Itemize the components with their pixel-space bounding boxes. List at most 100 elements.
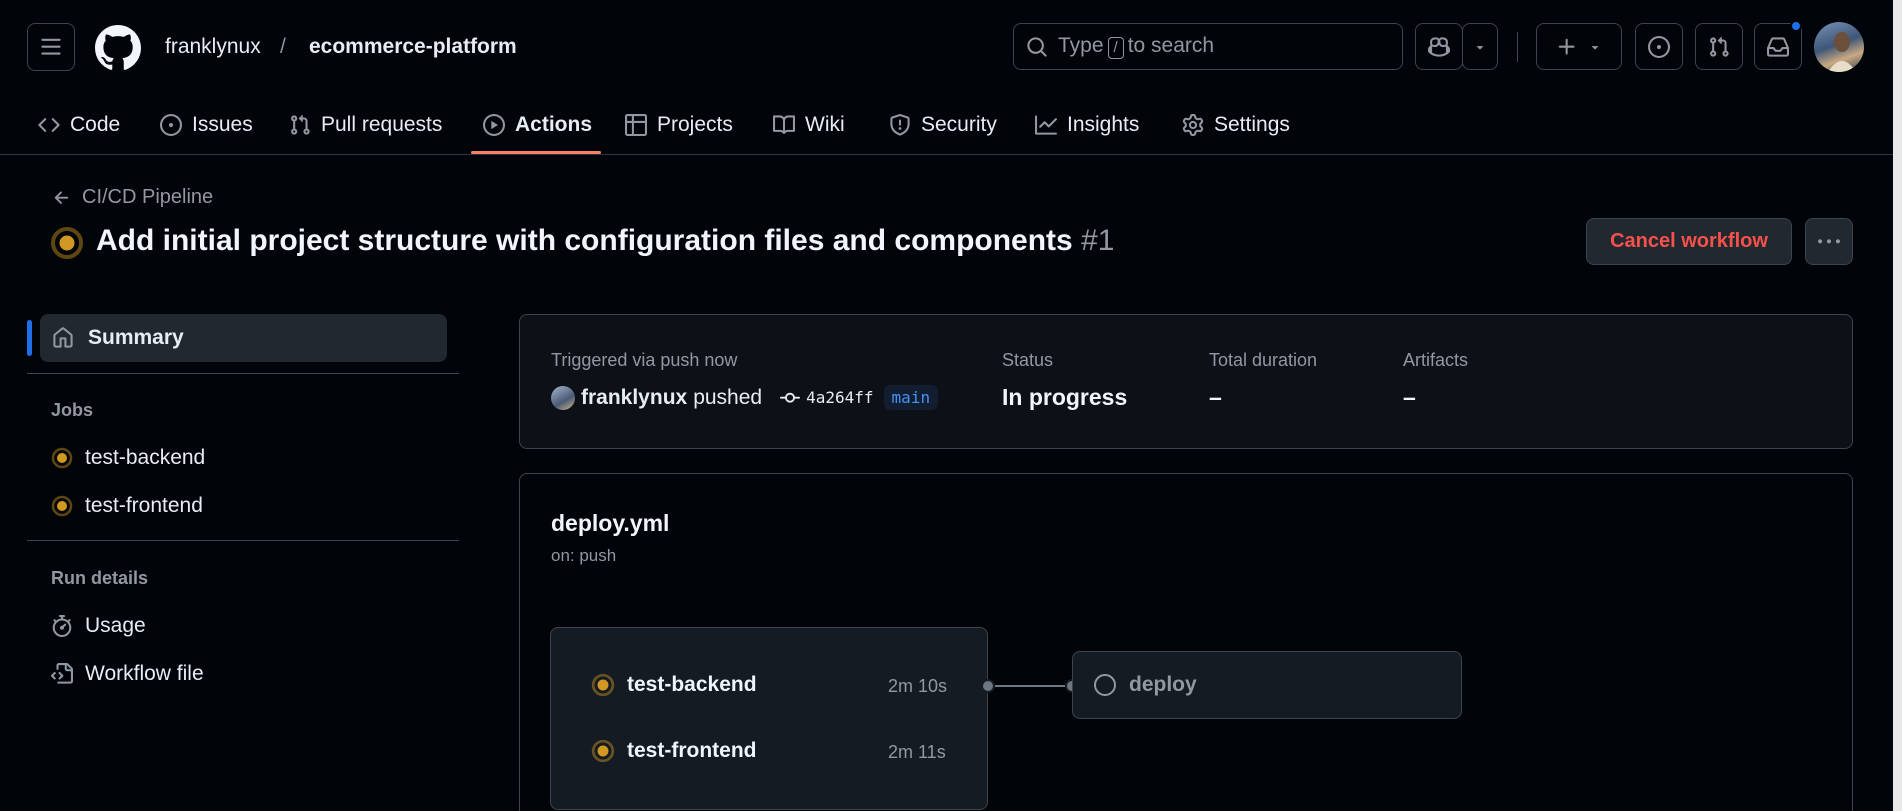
breadcrumb-repo[interactable]: ecommerce-platform <box>309 35 517 59</box>
trigger-details: franklynux pushed 4a264ff main <box>551 385 939 410</box>
job-duration: 2m 11s <box>888 742 946 762</box>
git-commit-icon <box>780 392 801 403</box>
run-number: #1 <box>1081 224 1115 257</box>
copilot-dropdown[interactable] <box>1462 23 1498 70</box>
pull-requests-button[interactable] <box>1695 23 1743 70</box>
git-pull-request-icon <box>1710 36 1729 57</box>
create-new-button[interactable] <box>1536 23 1622 70</box>
graph-job-deploy[interactable]: deploy <box>1072 651 1462 719</box>
github-logo-icon[interactable] <box>95 25 141 71</box>
issues-button[interactable] <box>1635 23 1683 70</box>
tab-projects[interactable]: Projects <box>625 95 733 155</box>
hamburger-icon <box>41 38 61 55</box>
trigger-label: Triggered via push now <box>551 350 738 370</box>
copilot-button[interactable] <box>1415 23 1463 70</box>
sidebar-item-label: Summary <box>88 326 184 349</box>
queued-circle-icon <box>1094 674 1116 696</box>
actor-avatar[interactable] <box>551 385 575 410</box>
job-label: test-frontend <box>85 494 203 517</box>
tab-label: Insights <box>1067 113 1140 136</box>
search-placeholder-suffix: to search <box>1127 34 1215 57</box>
tab-code[interactable]: Code <box>38 95 120 155</box>
breadcrumb-separator: / <box>280 35 286 58</box>
tab-settings[interactable]: Settings <box>1182 95 1290 155</box>
tab-label: Code <box>70 113 121 136</box>
back-to-workflow-link[interactable]: CI/CD Pipeline <box>52 186 213 209</box>
run-title: Add initial project structure with confi… <box>96 224 1073 257</box>
artifacts-value: – <box>1403 384 1416 410</box>
job-name: test-backend <box>627 673 757 696</box>
workflow-file-label: Workflow file <box>85 662 204 685</box>
branch-badge[interactable]: main <box>883 385 939 410</box>
tab-actions[interactable]: Actions <box>483 95 592 155</box>
commit-link[interactable]: 4a264ff <box>780 388 874 408</box>
job-duration: 2m 10s <box>888 676 948 696</box>
tab-label: Settings <box>1214 113 1290 136</box>
sidebar-divider <box>27 540 459 541</box>
actor-link[interactable]: franklynux <box>581 386 687 410</box>
commit-sha: 4a264ff <box>806 388 874 407</box>
workflow-trigger: on: push <box>551 546 617 565</box>
sidebar-item-workflow-file[interactable]: Workflow file <box>51 662 204 686</box>
triangle-down-icon <box>1476 45 1484 50</box>
shield-icon <box>890 114 910 136</box>
run-details-heading: Run details <box>51 568 149 588</box>
connector-dot <box>981 679 995 693</box>
usage-label: Usage <box>85 614 146 637</box>
plus-icon <box>1558 38 1575 55</box>
cancel-workflow-button[interactable]: Cancel workflow <box>1586 218 1792 265</box>
duration-value: – <box>1209 384 1222 410</box>
more-options-button[interactable] <box>1805 218 1853 265</box>
breadcrumb-owner[interactable]: franklynux <box>165 35 261 59</box>
tab-label: Pull requests <box>321 113 443 136</box>
job-group: test-backend 2m 10s test-frontend 2m 11s <box>550 627 988 810</box>
tab-wiki[interactable]: Wiki <box>773 95 845 155</box>
gear-icon <box>1182 114 1204 136</box>
graph-job-test-backend[interactable]: test-backend <box>591 673 757 697</box>
active-tab-indicator <box>471 151 601 154</box>
sidebar-item-usage[interactable]: Usage <box>51 614 146 638</box>
header-divider <box>1517 32 1518 62</box>
sidebar-job-test-backend[interactable]: test-backend <box>51 446 205 470</box>
tab-label: Actions <box>515 113 593 136</box>
search-placeholder-prefix: Type <box>1058 34 1104 57</box>
home-icon <box>53 327 73 348</box>
selected-indicator <box>27 320 32 356</box>
jobs-heading: Jobs <box>51 400 94 420</box>
user-photo-icon <box>1828 32 1856 72</box>
tab-security[interactable]: Security <box>889 95 997 155</box>
avatar[interactable] <box>1814 22 1864 72</box>
action-text: pushed <box>693 385 763 409</box>
in-progress-icon <box>51 227 83 259</box>
sidebar-item-summary[interactable]: Summary <box>40 314 447 362</box>
tab-issues[interactable]: Issues <box>160 95 253 155</box>
in-progress-icon <box>591 739 615 763</box>
tab-insights[interactable]: Insights <box>1035 95 1139 155</box>
sidebar-job-test-frontend[interactable]: test-frontend <box>51 494 203 518</box>
search-shortcut-key: / <box>1107 37 1124 59</box>
pull-request-icon <box>291 114 310 135</box>
duration-label: Total duration <box>1209 350 1318 370</box>
workflow-file-name[interactable]: deploy.yml <box>551 510 669 537</box>
code-icon <box>38 118 60 132</box>
job-name: test-frontend <box>627 739 757 762</box>
status-label: Status <box>1002 350 1054 370</box>
book-icon <box>773 115 795 134</box>
in-progress-icon <box>51 495 73 517</box>
play-icon <box>483 114 505 136</box>
issue-icon <box>160 114 182 136</box>
job-name: deploy <box>1129 673 1197 696</box>
menu-button[interactable] <box>27 23 75 71</box>
global-header: franklynux / ecommerce-platform Type / to … <box>0 0 1902 155</box>
tab-label: Projects <box>657 113 733 136</box>
tab-pull-requests[interactable]: Pull requests <box>289 95 442 155</box>
search-input[interactable]: Type / to search <box>1013 23 1403 70</box>
graph-icon <box>1035 115 1057 135</box>
tab-label: Security <box>921 113 997 136</box>
file-code-icon <box>51 663 73 684</box>
arrow-left-icon <box>54 190 69 204</box>
tab-label: Wiki <box>805 113 845 136</box>
graph-job-test-frontend[interactable]: test-frontend <box>591 739 757 763</box>
workflow-name: CI/CD Pipeline <box>82 186 214 208</box>
in-progress-icon <box>591 673 615 697</box>
